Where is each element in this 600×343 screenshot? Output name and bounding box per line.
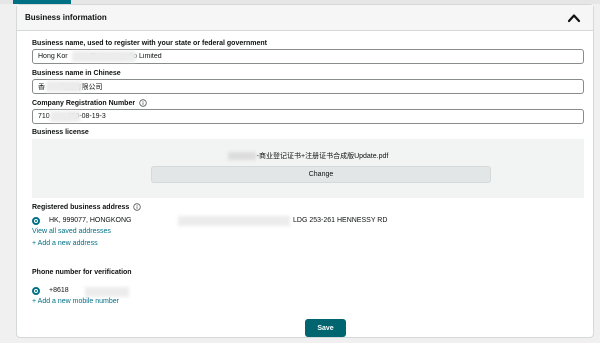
section-title: Business information <box>25 13 107 22</box>
phone-value: +8618 <box>49 287 69 294</box>
panel-header[interactable]: Business information <box>17 5 593 31</box>
address-radio[interactable] <box>32 217 40 225</box>
view-all-addresses-link[interactable]: View all saved addresses <box>32 228 111 235</box>
address-value-start: HK, 999077, HONGKONG <box>49 217 132 224</box>
chinese-name-label: Business name in Chinese <box>32 70 121 77</box>
business-license-label: Business license <box>32 129 89 136</box>
registration-number-input[interactable] <box>32 109 584 124</box>
info-icon[interactable] <box>139 99 147 107</box>
phone-label: Phone number for verification <box>32 269 132 276</box>
license-upload-area: -商业登记证书+注册证书合成版Update.pdf Change <box>32 139 584 198</box>
chevron-up-icon[interactable] <box>567 12 581 24</box>
registered-address-label: Registered business address <box>32 203 141 211</box>
address-value-end: LDG 253-261 HENNESSY RD <box>293 217 388 224</box>
business-information-panel: Business information Business name, used… <box>16 4 594 338</box>
redaction <box>85 287 129 297</box>
info-icon[interactable] <box>133 203 141 211</box>
business-name-label: Business name, used to register with you… <box>32 40 267 47</box>
phone-radio[interactable] <box>32 287 40 295</box>
save-button[interactable]: Save <box>305 319 346 337</box>
add-mobile-number-link[interactable]: + Add a new mobile number <box>32 298 119 305</box>
chinese-name-input[interactable] <box>32 79 584 94</box>
license-filename: -商业登记证书+注册证书合成版Update.pdf <box>32 151 584 161</box>
business-name-input[interactable] <box>32 49 584 64</box>
registration-number-label: Company Registration Number <box>32 99 147 107</box>
redaction <box>178 216 290 226</box>
add-address-link[interactable]: + Add a new address <box>32 240 98 247</box>
change-license-button[interactable]: Change <box>151 166 491 183</box>
